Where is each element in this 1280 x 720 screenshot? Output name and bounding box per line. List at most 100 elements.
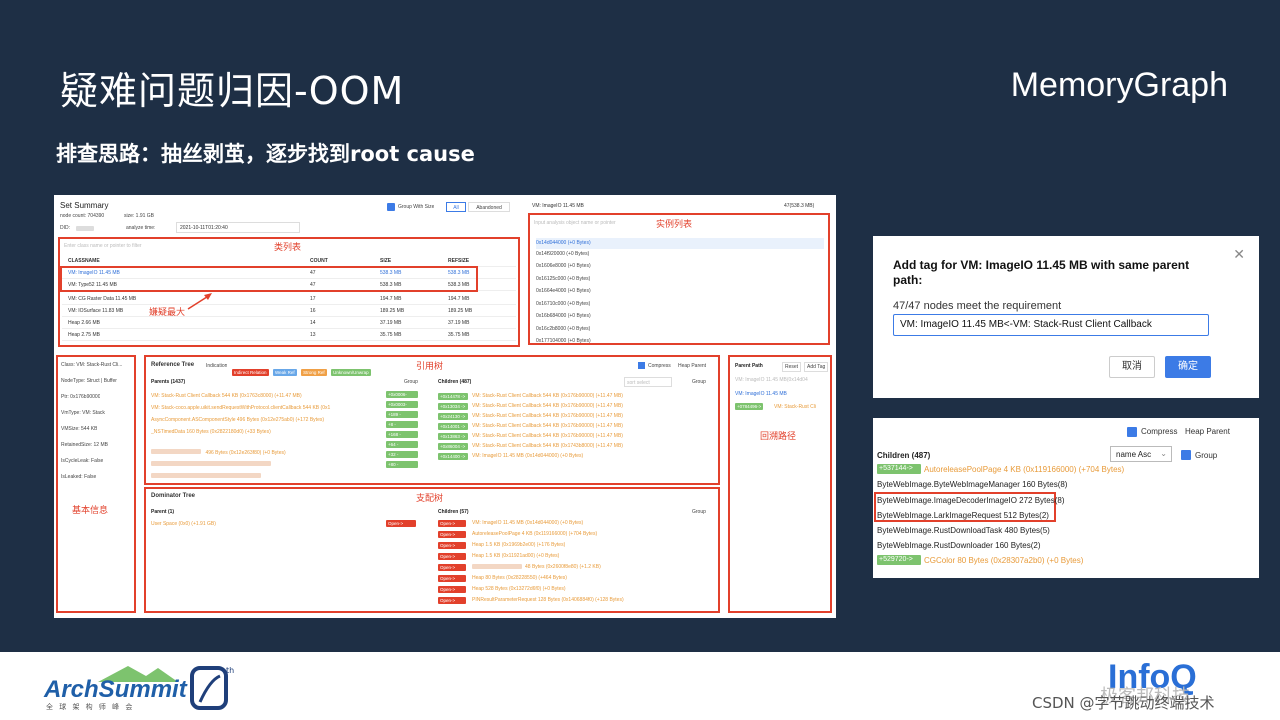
dominator-child-item[interactable]: Heap 1.5 KB (0x1969b2e00) (+176 Bytes) [472, 542, 712, 549]
table-row[interactable]: VM: IOSurface 11.83 MB 16 189.25 MB 189.… [62, 305, 516, 317]
table-row[interactable]: VM: CG Raster Data 11.45 MB 17 194.7 MB … [62, 293, 516, 305]
col-refsize[interactable]: REFSIZE [448, 258, 469, 264]
sort-select[interactable]: name Asc ⌄ [1110, 446, 1172, 462]
list-item[interactable]: 0x1606e8000 (+0 Bytes) [536, 263, 591, 269]
parent-open-button[interactable]: +80 - [386, 461, 418, 468]
tag-strong[interactable]: Strong Ref [301, 369, 327, 376]
dominator-open-button[interactable]: Open-> [438, 564, 466, 571]
cancel-button[interactable]: 取消 [1109, 356, 1155, 378]
parent-item[interactable]: VM: Stack-Rust Client Callback 544 KB (0… [151, 393, 383, 399]
col-classname[interactable]: CLASSNAME [68, 258, 100, 264]
tab-abandoned[interactable]: Abandoned [468, 202, 510, 212]
info-iscycleleak: IsCycleLeak: False [61, 458, 104, 464]
parent-open-button[interactable]: +32 - [386, 451, 418, 458]
child-open-button[interactable]: +0x14001 -> [438, 423, 468, 430]
dominator-child-item[interactable]: Heap 1.5 KB (0x11921ad00) (+0 Bytes) [472, 553, 712, 560]
parent-open-button[interactable]: +168 - [386, 431, 418, 438]
parent-open-button[interactable]: +64 - [386, 441, 418, 448]
dominator-open-button[interactable]: Open-> [438, 597, 466, 604]
parent-item[interactable]: AsyncComponent.ASComponentStyle 496 Byte… [151, 417, 383, 423]
child-item[interactable]: VM: Stack-Rust Client Callback 544 KB (0… [472, 393, 712, 400]
add-tag-button[interactable]: Add Tag [804, 362, 829, 372]
child-open-button[interactable]: +0x13034 -> [438, 403, 468, 410]
list-item[interactable]: 0x1664e4000 (+0 Bytes) [536, 288, 591, 294]
child-row[interactable]: ByteWebImage.RustDownloadTask 480 Bytes(… [877, 526, 1050, 535]
col-count[interactable]: COUNT [310, 258, 328, 264]
dominator-child-item[interactable]: AutoreleasePoolPage 4 KB (0x119166000) (… [472, 531, 712, 538]
dominator-open-button[interactable]: Open-> [438, 553, 466, 560]
info-nodetype: NodeType: Struct | Buffer [61, 378, 117, 384]
list-item[interactable]: 0x16710c000 (+0 Bytes) [536, 301, 590, 307]
tab-all[interactable]: All [446, 202, 466, 212]
list-item[interactable]: 0x16b684000 (+0 Bytes) [536, 313, 591, 319]
parent-path-button[interactable]: +0784496-> [735, 403, 764, 410]
tag-indirect[interactable]: Indirect Relation [232, 369, 269, 376]
tag-input[interactable]: VM: ImageIO 11.45 MB<-VM: Stack-Rust Cli… [893, 314, 1209, 336]
child-open-button[interactable]: +0x13863 -> [438, 433, 468, 440]
child-open-button[interactable]: +537144-> [877, 464, 921, 474]
child-item[interactable]: VM: Stack-Rust Client Callback 544 KB (0… [472, 423, 712, 430]
compress-checkbox[interactable] [1127, 427, 1137, 437]
child-row[interactable]: ByteWebImage.ByteWebImageManager 160 Byt… [877, 480, 1067, 489]
child-row[interactable]: ByteWebImage.RustDownloader 160 Bytes(2) [877, 541, 1041, 550]
child-open-button[interactable]: +0x14400 -> [438, 453, 468, 460]
child-item[interactable]: VM: ImageIO 11.45 MB (0x14d044000) (+0 B… [472, 453, 712, 460]
table-row[interactable]: Heap 2.75 MB 13 35.75 MB 35.75 MB [62, 329, 516, 341]
list-item[interactable]: 0x16125c000 (+0 Bytes) [536, 276, 590, 282]
list-item[interactable]: 0x14d044000 (+0 Bytes) [536, 238, 824, 249]
child-item[interactable]: VM: Stack-Rust Client Callback 544 KB (0… [472, 403, 712, 410]
close-icon[interactable]: ✕ [1233, 246, 1245, 263]
confirm-button[interactable]: 确定 [1165, 356, 1211, 378]
child-open-button[interactable]: +0x24130 -> [438, 413, 468, 420]
child-row[interactable]: ByteWebImage.LarkImageRequest 512 Bytes(… [877, 511, 1049, 520]
list-item[interactable]: 0x177104000 (+0 Bytes) [536, 338, 591, 344]
child-row[interactable]: +529720-> CGColor 80 Bytes (0x28307a2b0)… [877, 555, 1083, 565]
dominator-open-button[interactable]: Open-> [438, 586, 466, 593]
did-label: DID: [60, 225, 70, 231]
parent-item[interactable]: _NSTimedData 160 Bytes (0x2822180d0) (+3… [151, 429, 383, 435]
dominator-child-item[interactable]: Heap 528 Bytes (0x13272d6f0) (+0 Bytes) [472, 586, 712, 593]
group-with-size-checkbox[interactable] [387, 203, 395, 211]
dominator-child-item[interactable]: Heap 80 Bytes (0x28228550) (+464 Bytes) [472, 575, 712, 582]
table-row[interactable]: Heap 2.66 MB 14 37.19 MB 37.19 MB [62, 317, 516, 329]
dominator-parent-item[interactable]: User Space (0x0) (+1.91 GB) [151, 521, 216, 527]
parent-open-button[interactable]: +189 - [386, 411, 418, 418]
list-item[interactable]: 0x14f920000 (+0 Bytes) [536, 251, 589, 257]
compress-checkbox[interactable] [638, 362, 645, 369]
child-row[interactable]: +537144-> AutoreleasePoolPage 4 KB (0x11… [877, 464, 1124, 474]
dominator-child-item[interactable]: PINResultParameterRequest 128 Bytes (0x1… [472, 597, 712, 604]
dominator-child-item[interactable]: 48 Bytes (0x2600f8e80) (+1.2 KB) [472, 564, 712, 571]
sort-select[interactable]: sort select [624, 377, 672, 387]
dominator-parent-open-button[interactable]: Open-> [386, 520, 416, 527]
col-size[interactable]: SIZE [380, 258, 391, 264]
class-filter-input[interactable]: Enter class name or pointer to filter [64, 243, 142, 249]
indication-label: Indication [206, 363, 228, 369]
parent-path-item[interactable]: VM: ImageIO 11.45 MB [735, 391, 787, 397]
parent-open-button[interactable]: +0x0003- [386, 401, 418, 408]
dominator-open-button[interactable]: Open-> [438, 542, 466, 549]
reset-button[interactable]: Reset [782, 362, 802, 372]
instance-search-input[interactable]: Input analysis object name or pointer [534, 220, 616, 226]
dialog-title: Add tag for VM: ImageIO 11.45 MB with sa… [893, 258, 1190, 287]
child-item[interactable]: VM: Stack-Rust Client Callback 544 KB (0… [472, 443, 712, 450]
sort-value: name Asc [1116, 450, 1152, 459]
group-checkbox[interactable] [1181, 450, 1191, 460]
child-open-button[interactable]: +529720-> [877, 555, 921, 565]
dominator-open-button[interactable]: Open-> [438, 531, 466, 538]
list-item[interactable]: 0x16c2b8000 (+0 Bytes) [536, 326, 590, 332]
child-item[interactable]: VM: Stack-Rust Client Callback 544 KB (0… [472, 413, 712, 420]
child-open-button[interactable]: +0x14478 -> [438, 393, 468, 400]
child-row[interactable]: ByteWebImage.ImageDecoderImageIO 272 Byt… [877, 496, 1065, 505]
child-open-button[interactable]: +0x86004 -> [438, 443, 468, 450]
dominator-open-button[interactable]: Open-> [438, 520, 466, 527]
parent-path-item[interactable]: VM: Stack-Rust Cli [774, 404, 830, 410]
dominator-child-item[interactable]: VM: ImageIO 11.45 MB (0x14d044000) (+0 B… [472, 520, 712, 527]
analyze-time-input[interactable]: 2021-10-11T01:20:40 [176, 222, 300, 233]
parent-open-button[interactable]: +8 - [386, 421, 418, 428]
tag-unknown[interactable]: Unknown/Unwrap [331, 369, 371, 376]
dominator-open-button[interactable]: Open-> [438, 575, 466, 582]
parent-item[interactable]: VM: Stack-coco.apple.uikit.sendRequestWi… [151, 405, 383, 411]
child-item[interactable]: VM: Stack-Rust Client Callback 544 KB (0… [472, 433, 712, 440]
parent-open-button[interactable]: +0x0006- [386, 391, 418, 398]
tag-weak[interactable]: Weak Ref [272, 369, 297, 376]
